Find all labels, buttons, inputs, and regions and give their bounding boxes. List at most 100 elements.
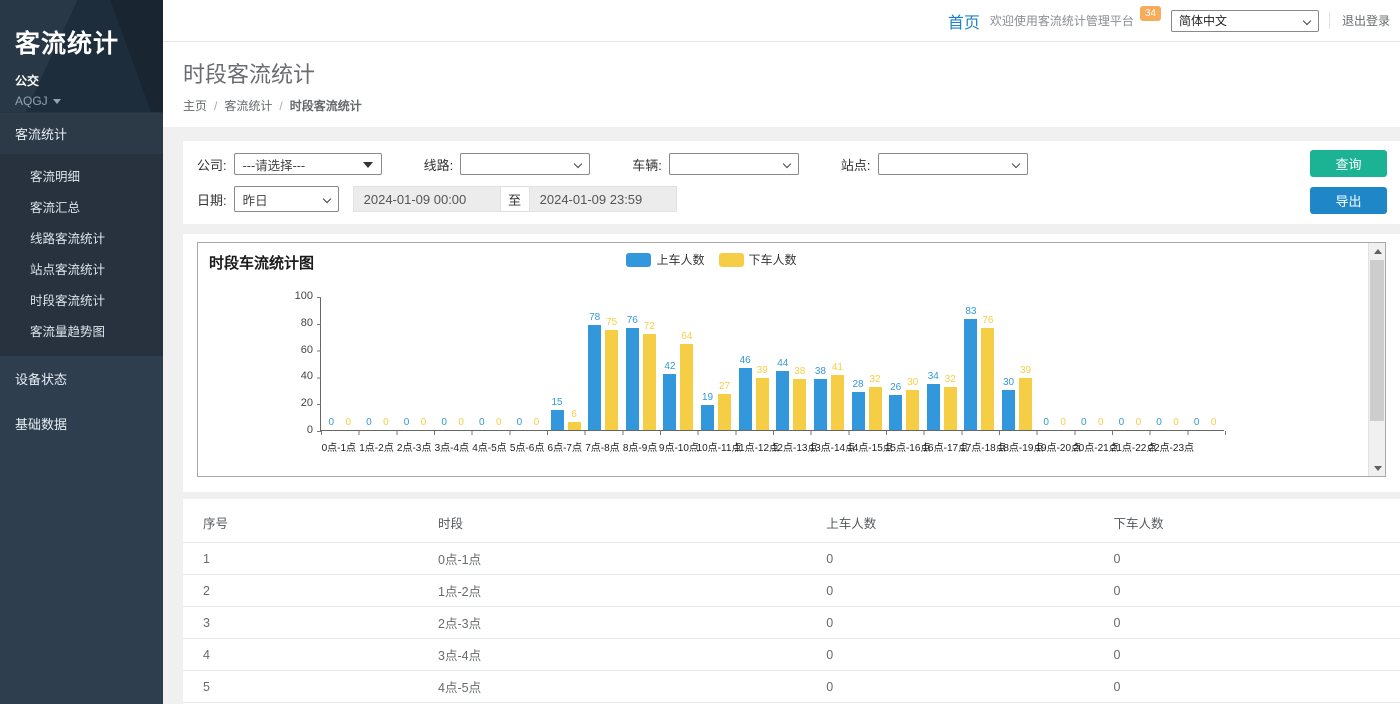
company-select[interactable]: ---请选择---	[234, 153, 382, 175]
notification-badge: 34	[1140, 6, 1161, 21]
station-select[interactable]	[878, 153, 1028, 175]
sidebar-nav: 客流统计 客流明细 客流汇总 线路客流统计 站点客流统计 时段客流统计 客流量趋…	[0, 112, 163, 446]
bar-boarding: 19	[701, 405, 714, 430]
table-body: 10点-1点0021点-2点0032点-3点0043点-4点0054点-5点00…	[183, 543, 1400, 704]
table-cell-boarding: 0	[818, 639, 1105, 671]
legend-label: 上车人数	[656, 251, 704, 268]
sidebar-item-base-data[interactable]: 基础数据	[0, 401, 163, 446]
col-header-no: 序号	[183, 499, 430, 543]
user-menu[interactable]: AQGJ	[15, 94, 148, 108]
bar-value-label: 0	[1060, 417, 1066, 428]
x-axis-ticks	[321, 431, 1226, 435]
legend-item-boarding[interactable]: 上车人数	[626, 251, 704, 268]
bar-value-label: 0	[1098, 417, 1104, 428]
breadcrumb-current: 时段客流统计	[290, 97, 362, 114]
table-cell-alighting: 0	[1105, 639, 1400, 671]
table-cell-alighting: 0	[1105, 543, 1400, 575]
sidebar-item-passenger-summary[interactable]: 客流汇总	[0, 191, 163, 222]
bar-value-label: 0	[1211, 417, 1217, 428]
scroll-down-icon[interactable]	[1369, 460, 1386, 476]
date-to-input[interactable]: 2024-01-09 23:59	[529, 186, 677, 212]
sidebar-item-passenger-stats[interactable]: 客流统计	[0, 112, 163, 154]
export-button[interactable]: 导出	[1310, 187, 1387, 214]
bar-group: 76 72	[622, 297, 660, 430]
bar-group: 00	[509, 297, 547, 430]
bar-value-label: 32	[945, 374, 956, 385]
bar-boarding: 15	[551, 410, 564, 430]
bar-value-label: 34	[928, 371, 939, 382]
breadcrumb-passenger-stats[interactable]: 客流统计	[224, 97, 272, 114]
bar-value-label: 27	[719, 381, 730, 392]
y-axis-tick-label: 40	[281, 370, 313, 382]
bar-value-label: 72	[644, 321, 655, 332]
legend-swatch	[626, 253, 651, 267]
chart-plot: 0204060801000000000000001567875767242641…	[320, 297, 1224, 431]
query-button[interactable]: 查询	[1310, 150, 1387, 177]
bar-value-label: 30	[907, 377, 918, 388]
home-link[interactable]: 首页	[948, 9, 980, 33]
logout-link[interactable]: 退出登录	[1329, 12, 1390, 29]
breadcrumb-home[interactable]: 主页	[183, 97, 207, 114]
x-axis-tick-label: 14点-15点	[847, 439, 885, 454]
sidebar-item-device-status[interactable]: 设备状态	[0, 356, 163, 401]
x-axis-tick-label: 1点-2点	[358, 439, 396, 454]
scrollbar-thumb[interactable]	[1370, 260, 1384, 421]
sidebar-item-passenger-detail[interactable]: 客流明细	[0, 160, 163, 191]
filter-panel: 公司: ---请选择--- 线路: 车辆:	[183, 141, 1400, 224]
y-axis-tick-label: 60	[281, 344, 313, 356]
date-preset-select[interactable]: 昨日	[234, 186, 339, 212]
sidebar-item-line-stats[interactable]: 线路客流统计	[0, 222, 163, 253]
bar-value-label: 78	[589, 312, 600, 323]
table-cell-period: 1点-2点	[430, 575, 818, 607]
scroll-up-icon[interactable]	[1369, 243, 1386, 259]
bar-value-label: 76	[627, 315, 638, 326]
sidebar-item-trend-chart[interactable]: 客流量趋势图	[0, 315, 163, 346]
line-select[interactable]	[460, 153, 590, 175]
bar-group: 00	[321, 297, 359, 430]
bar-alighting: 39	[756, 378, 769, 430]
passenger-stats-submenu: 客流明细 客流汇总 线路客流统计 站点客流统计 时段客流统计 客流量趋势图	[0, 154, 163, 356]
bar-value-label: 0	[1136, 417, 1142, 428]
page-title: 时段客流统计	[183, 57, 1380, 89]
table-cell-no: 4	[183, 639, 430, 671]
bar-alighting: 6	[568, 422, 581, 430]
bar-alighting: 38	[793, 379, 806, 430]
table-row: 21点-2点00	[183, 575, 1400, 607]
date-preset-value: 昨日	[243, 190, 268, 209]
bar-group: 00	[434, 297, 472, 430]
vehicle-label: 车辆:	[632, 155, 662, 174]
table-row: 43点-4点00	[183, 639, 1400, 671]
bar-boarding: 28	[852, 392, 865, 430]
bar-boarding: 42	[663, 374, 676, 430]
bar-alighting: 32	[869, 387, 882, 430]
date-from-input[interactable]: 2024-01-09 00:00	[353, 186, 501, 212]
x-axis-tick-label: 0点-1点	[320, 439, 358, 454]
chevron-down-icon	[574, 160, 582, 168]
bar-value-label: 0	[1194, 417, 1200, 428]
language-select[interactable]: 简体中文	[1171, 10, 1319, 32]
legend-item-alighting[interactable]: 下车人数	[719, 251, 797, 268]
sidebar-item-station-stats[interactable]: 站点客流统计	[0, 253, 163, 284]
bar-boarding: 26	[889, 395, 902, 430]
x-axis-tick-label: 7点-8点	[584, 439, 622, 454]
bar-value-label: 0	[534, 417, 540, 428]
chart-scrollbar[interactable]	[1368, 243, 1385, 476]
x-axis-tick-label: 12点-13点	[772, 439, 810, 454]
welcome-text: 欢迎使用客流统计管理平台	[990, 12, 1134, 29]
x-axis-tick-label: 19点-20点	[1035, 439, 1073, 454]
col-header-period: 时段	[430, 499, 818, 543]
x-axis-tick-label: 9点-10点	[659, 439, 697, 454]
vehicle-select[interactable]	[669, 153, 799, 175]
bar-value-label: 0	[458, 417, 464, 428]
bar-group: 8376	[961, 297, 999, 430]
bar-boarding: 78	[588, 325, 601, 430]
table-cell-no: 1	[183, 543, 430, 575]
bar-value-label: 26	[890, 382, 901, 393]
bar-value-label: 46	[740, 355, 751, 366]
bar-boarding: 46	[739, 368, 752, 430]
x-axis-tick-label: 22点-23点	[1148, 439, 1186, 454]
bar-value-label: 6	[571, 409, 577, 420]
bar-group: 00	[396, 297, 434, 430]
sidebar-item-period-stats[interactable]: 时段客流统计	[0, 284, 163, 315]
bar-boarding: 76	[626, 328, 639, 430]
